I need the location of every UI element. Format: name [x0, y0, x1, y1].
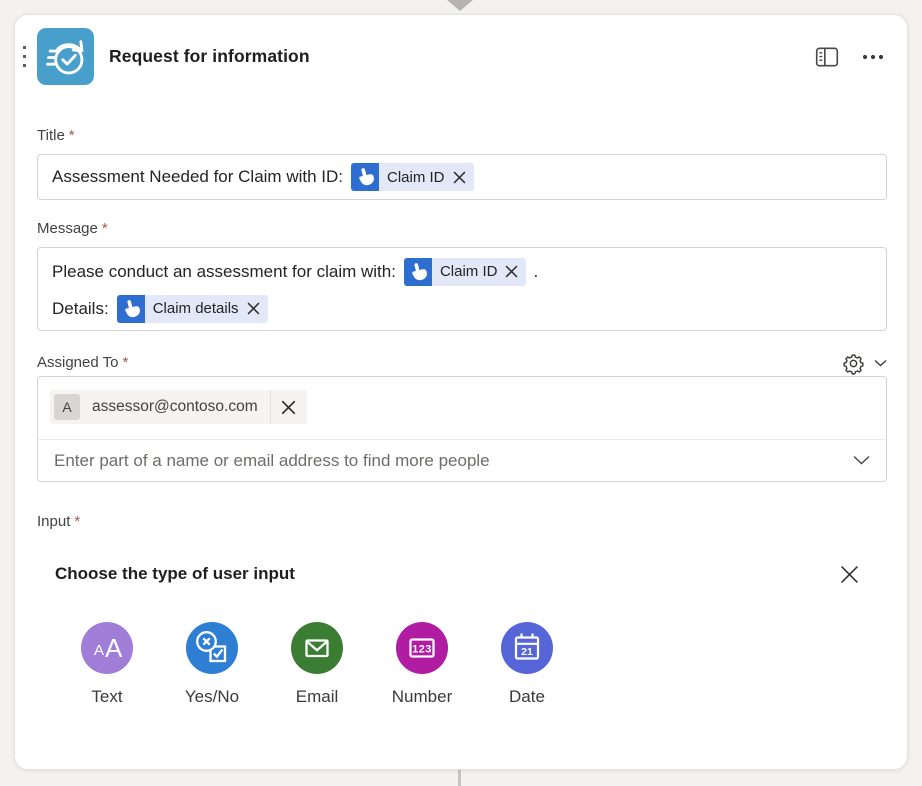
svg-text:21: 21 [521, 646, 533, 658]
number-icon: 123 [396, 622, 448, 674]
svg-text:123: 123 [412, 644, 432, 656]
token-close-icon[interactable] [243, 302, 268, 315]
chevron-down-icon[interactable] [874, 354, 887, 372]
token-label: Claim ID [379, 169, 449, 186]
title-input-text: Assessment Needed for Claim with ID: [52, 167, 343, 187]
token-close-icon[interactable] [501, 265, 526, 278]
option-date[interactable]: 21 Date [491, 622, 563, 707]
message-input[interactable]: Please conduct an assessment for claim w… [37, 247, 887, 331]
token-label: Claim details [145, 300, 243, 317]
email-icon [291, 622, 343, 674]
header-actions [813, 43, 887, 71]
text-icon: A A [81, 622, 133, 674]
message-line-2: Details: Claim details [52, 290, 872, 327]
gear-icon[interactable] [841, 351, 865, 375]
input-label: Input* [37, 513, 80, 530]
chevron-down-icon[interactable] [853, 452, 870, 470]
token-label: Claim ID [432, 263, 502, 280]
chip-close-icon[interactable] [271, 390, 307, 424]
option-text[interactable]: A A Text [71, 622, 143, 707]
option-label: Email [296, 687, 339, 707]
required-asterisk: * [69, 127, 75, 144]
message-label: Message* [37, 220, 108, 237]
manual-trigger-icon [117, 295, 145, 323]
open-panel-icon[interactable] [813, 43, 841, 71]
title-input[interactable]: Assessment Needed for Claim with ID: Cla… [37, 154, 887, 200]
required-asterisk: * [122, 354, 128, 371]
required-asterisk: * [102, 220, 108, 237]
input-type-panel-heading: Choose the type of user input [55, 564, 295, 584]
flow-connector-arrow [447, 0, 473, 11]
input-type-options: A A Text Yes/No Email [71, 622, 563, 707]
manual-trigger-icon [351, 163, 379, 191]
dynamic-token-claim-id[interactable]: Claim ID [351, 163, 474, 191]
dynamic-token-claim-details[interactable]: Claim details [117, 295, 268, 323]
option-number[interactable]: 123 Number [386, 622, 458, 707]
option-label: Yes/No [185, 687, 239, 707]
assigned-to-label: Assigned To* [37, 354, 128, 371]
token-close-icon[interactable] [449, 171, 474, 184]
action-title: Request for information [109, 28, 310, 85]
drag-handle[interactable] [23, 46, 26, 67]
option-email[interactable]: Email [281, 622, 353, 707]
option-label: Date [509, 687, 545, 707]
action-card-request-for-information: Request for information Title* Assessmen… [14, 14, 908, 770]
person-chip[interactable]: A assessor@contoso.com [50, 390, 307, 424]
option-label: Text [91, 687, 122, 707]
option-yesno[interactable]: Yes/No [176, 622, 248, 707]
field-options [841, 351, 887, 375]
option-label: Number [392, 687, 452, 707]
avatar: A [54, 394, 80, 420]
approvals-icon [37, 28, 94, 85]
more-menu-icon[interactable] [859, 43, 887, 71]
title-label: Title* [37, 127, 75, 144]
people-picker[interactable]: Enter part of a name or email address to… [38, 440, 886, 482]
message-text-1: Please conduct an assessment for claim w… [52, 262, 396, 282]
svg-text:A: A [105, 633, 123, 663]
dynamic-token-claim-id[interactable]: Claim ID [404, 258, 527, 286]
yesno-icon [186, 622, 238, 674]
people-picker-placeholder: Enter part of a name or email address to… [54, 451, 853, 471]
message-suffix: . [533, 262, 538, 282]
person-email: assessor@contoso.com [80, 398, 270, 416]
message-text-2: Details: [52, 299, 109, 319]
manual-trigger-icon [404, 258, 432, 286]
message-line-1: Please conduct an assessment for claim w… [52, 253, 872, 290]
flow-connector-line [458, 770, 461, 786]
canvas: { "card": { "title": "Request for inform… [0, 0, 922, 786]
svg-text:A: A [94, 642, 104, 659]
assigned-to-input[interactable]: A assessor@contoso.com Enter part of a n… [37, 376, 887, 482]
panel-close-icon[interactable] [835, 560, 863, 588]
required-asterisk: * [74, 513, 80, 530]
date-icon: 21 [501, 622, 553, 674]
